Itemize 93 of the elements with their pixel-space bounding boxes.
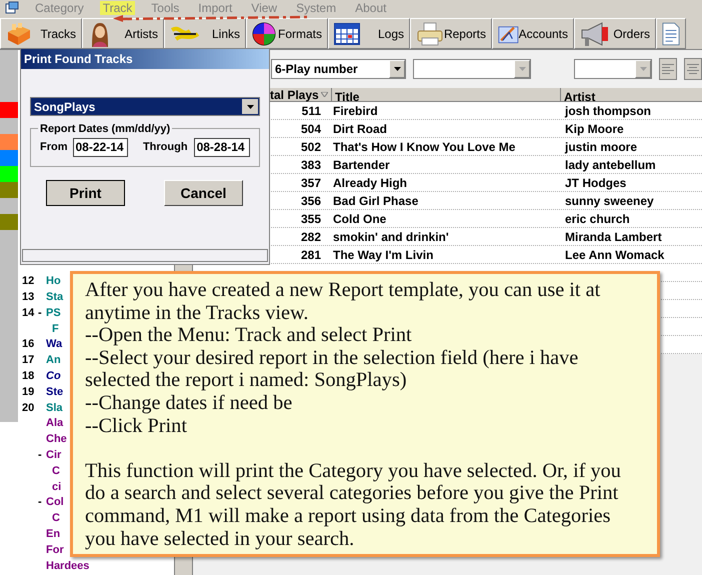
category-name[interactable]: Wa (46, 336, 62, 353)
table-cell-text: Miranda Lambert (565, 228, 662, 246)
align-center-icon[interactable] (684, 58, 702, 80)
category-name[interactable]: Co (46, 368, 61, 385)
dropdown-arrow-icon[interactable] (246, 104, 254, 108)
through-date-field[interactable]: 08-28-14 (194, 138, 250, 157)
megaphone-icon (580, 20, 610, 46)
pie-icon (252, 22, 276, 46)
dialog-button[interactable]: Cancel (164, 180, 243, 206)
table-cell-text: That's How I Know You Love Me (333, 138, 516, 156)
table-cell-text: Kip Moore (565, 120, 624, 138)
callout-text: --Open the Menu: Track and select Print (85, 324, 413, 347)
callout-text: --Click Print (85, 414, 188, 438)
collapse-toggle[interactable]: - (38, 306, 42, 319)
callout-text: --Select your desired report in the selection field (here i have selected the report i named: SongPlays) (85, 346, 580, 392)
table-cell-text: 502 (300, 138, 321, 156)
table-cell-text: Cold One (333, 210, 388, 228)
category-name[interactable]: ci (52, 478, 62, 496)
table-cell-text: 511 (300, 102, 321, 120)
category-name[interactable]: Col (46, 494, 64, 511)
collapse-toggle[interactable]: - (38, 496, 42, 508)
table-cell-text: Already High (333, 174, 408, 192)
table-cell-text: Bad Girl Phase (333, 192, 420, 210)
category-name[interactable]: Hardees (46, 558, 90, 574)
category-name[interactable]: Ho (46, 273, 61, 290)
squiggle-icon (170, 24, 200, 42)
printer-icon (416, 22, 444, 46)
collapse-toggle[interactable]: - (38, 449, 42, 462)
category-name[interactable]: PS (46, 304, 61, 322)
table-cell-text: lady antebellum (565, 156, 656, 174)
document-icon (662, 20, 680, 46)
category-name[interactable]: En (46, 526, 60, 542)
toolbar-button[interactable]: Reports (410, 18, 492, 49)
filter-dropdown[interactable]: 6-Play number (271, 59, 406, 79)
table-cell-text: 281 (300, 246, 321, 264)
table-cell-text: Firebird (333, 102, 379, 120)
category-name[interactable]: Che (46, 431, 67, 448)
category-name[interactable]: For (46, 542, 64, 558)
category-number: 19 (22, 384, 36, 400)
table-cell-text: 355 (300, 210, 321, 228)
toolbar-button[interactable]: Orders (574, 18, 656, 49)
table-cell-text: Dirt Road (333, 120, 388, 138)
table-cell-text: 282 (300, 228, 321, 246)
calendar-icon (334, 22, 360, 44)
category-name[interactable]: Sta (46, 289, 64, 306)
table-cell-text: josh thompson (565, 102, 651, 120)
category-number: 20 (22, 400, 36, 416)
boxes-icon (6, 22, 32, 46)
callout-text: This function will print the Category you have selected. Or, if you do a search and select several categories before you give the Print command, M1 will make a report using data from the Categories you have selected in your search. (85, 460, 622, 550)
table-cell-text: Lee Ann Womack (565, 246, 664, 264)
table-cell-text: 356 (300, 192, 321, 210)
category-name[interactable]: F (52, 320, 59, 338)
category-name[interactable]: Ala (46, 415, 64, 432)
category-number: 14 (22, 306, 36, 321)
table-cell-text: smokin' and drinkin' (333, 228, 450, 246)
category-number: 16 (22, 337, 36, 352)
category-number: 13 (22, 290, 36, 306)
dialog-title: Print Found Tracks (21, 49, 269, 69)
app-icon (5, 1, 19, 14)
table-cell-text: 357 (300, 174, 321, 192)
category-name[interactable]: Sla (46, 400, 63, 416)
category-name[interactable]: Ste (46, 384, 64, 400)
document-button[interactable] (656, 18, 686, 49)
table-cell-text: JT Hodges (565, 174, 626, 192)
table-cell-text: justin moore (565, 138, 638, 156)
dialog-button[interactable]: Print (46, 180, 125, 206)
table-cell-text: 504 (300, 120, 321, 138)
category-number: 18 (22, 369, 36, 384)
category-number: 17 (22, 353, 36, 368)
toolbar-button[interactable]: Formats (246, 18, 328, 49)
callout-text: --Change dates if need be (85, 392, 294, 415)
group-label: Report Dates (mm/dd/yy) (38, 121, 172, 138)
table-cell-text: The Way I'm Livin (333, 246, 434, 264)
category-name[interactable]: Cir (46, 447, 62, 464)
through-label: Through (142, 140, 188, 156)
sort-icon[interactable] (320, 92, 328, 97)
category-name[interactable]: An (46, 352, 61, 369)
category-number: 12 (22, 274, 36, 290)
toolbar-button[interactable]: Logs (328, 18, 410, 49)
align-left-icon[interactable] (659, 58, 677, 80)
column-header[interactable]: Artist (561, 88, 702, 101)
column-header[interactable]: Title (332, 88, 561, 101)
table-cell-text: eric church (565, 210, 630, 228)
report-select[interactable]: SongPlays (30, 97, 260, 116)
table-cell-text: Bartender (333, 156, 391, 174)
from-label: From (40, 140, 68, 156)
table-cell-text: sunny sweeney (565, 192, 654, 210)
table-cell-text: 383 (300, 156, 321, 174)
from-date-field[interactable]: 08-22-14 (72, 138, 128, 157)
toolbar-button[interactable]: Accounts (492, 18, 574, 49)
category-name[interactable]: C (52, 462, 60, 480)
category-name[interactable]: C (52, 510, 60, 527)
callout-text: After you have created a new Report template, you can use it at anytime in the Tracks view. (85, 279, 602, 324)
